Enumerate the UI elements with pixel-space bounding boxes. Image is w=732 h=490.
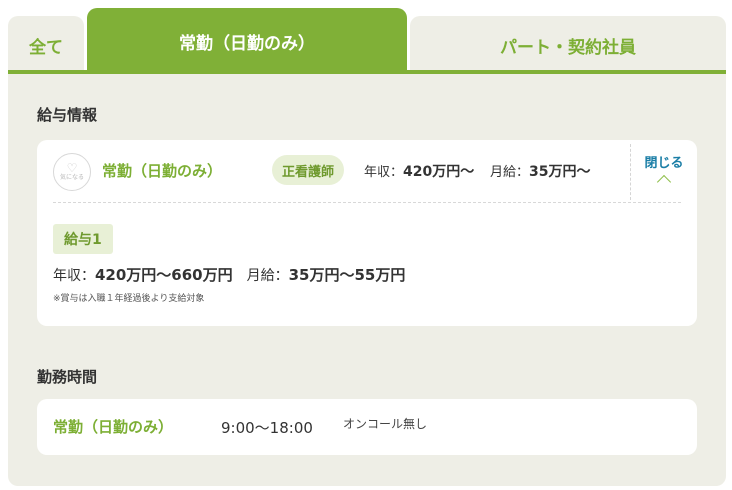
hours-card: 常勤（日勤のみ） 9:00〜18:00 オンコール無し [37,399,697,455]
monthly-salary-summary: 月給：35万円〜 [490,161,591,181]
salary-card-title: 常勤（日勤のみ） [102,162,223,180]
chevron-up-icon [656,174,672,190]
monthly-label: 月給： [490,165,530,180]
salary-section-title: 給与情報 [37,106,98,124]
annual-label: 年収： [364,165,404,180]
salary-range-line: 年収：420万円〜660万円 月給：35万円〜55万円 [53,264,405,285]
tab-part-contract[interactable]: パート・契約社員 [410,16,726,74]
favorite-label: 気になる [59,174,84,181]
annual-salary-summary: 年収：420万円〜 [364,161,474,181]
salary-card: ♡ 気になる 常勤（日勤のみ） 正看護師 年収：420万円〜 月給：35万円〜 … [37,140,697,326]
employment-tabs: 全て 常勤（日勤のみ） パート・契約社員 [8,8,726,74]
monthly-value: 35万円〜 [529,164,591,180]
tab-all[interactable]: 全て [8,16,84,74]
monthly-range: 35万円〜55万円 [288,266,406,284]
bonus-note: ※賞与は入職１年経過後より支給対象 [53,294,205,304]
favorite-button[interactable]: ♡ 気になる [53,153,91,191]
heart-icon: ♡ [66,161,78,175]
annual-value: 420万円〜 [403,164,475,180]
annual-label: 年収： [53,268,95,284]
hours-time: 9:00〜18:00 [221,419,313,437]
divider [630,144,631,200]
salary-badge: 給与1 [53,224,113,254]
monthly-label: 月給： [246,268,289,284]
close-button[interactable]: 閉じる [636,152,692,192]
hours-type: 常勤（日勤のみ） [53,418,174,436]
close-label: 閉じる [644,156,684,171]
hours-section-title: 勤務時間 [37,368,98,386]
divider [53,202,681,203]
annual-range: 420万円〜660万円 [95,266,233,284]
tab-fulltime-day[interactable]: 常勤（日勤のみ） [87,8,407,74]
job-type-badge: 正看護師 [272,155,345,185]
oncall-note: オンコール無し [343,417,428,431]
job-detail-panel: 給与情報 ♡ 気になる 常勤（日勤のみ） 正看護師 年収：420万円〜 月給：3… [8,74,726,486]
